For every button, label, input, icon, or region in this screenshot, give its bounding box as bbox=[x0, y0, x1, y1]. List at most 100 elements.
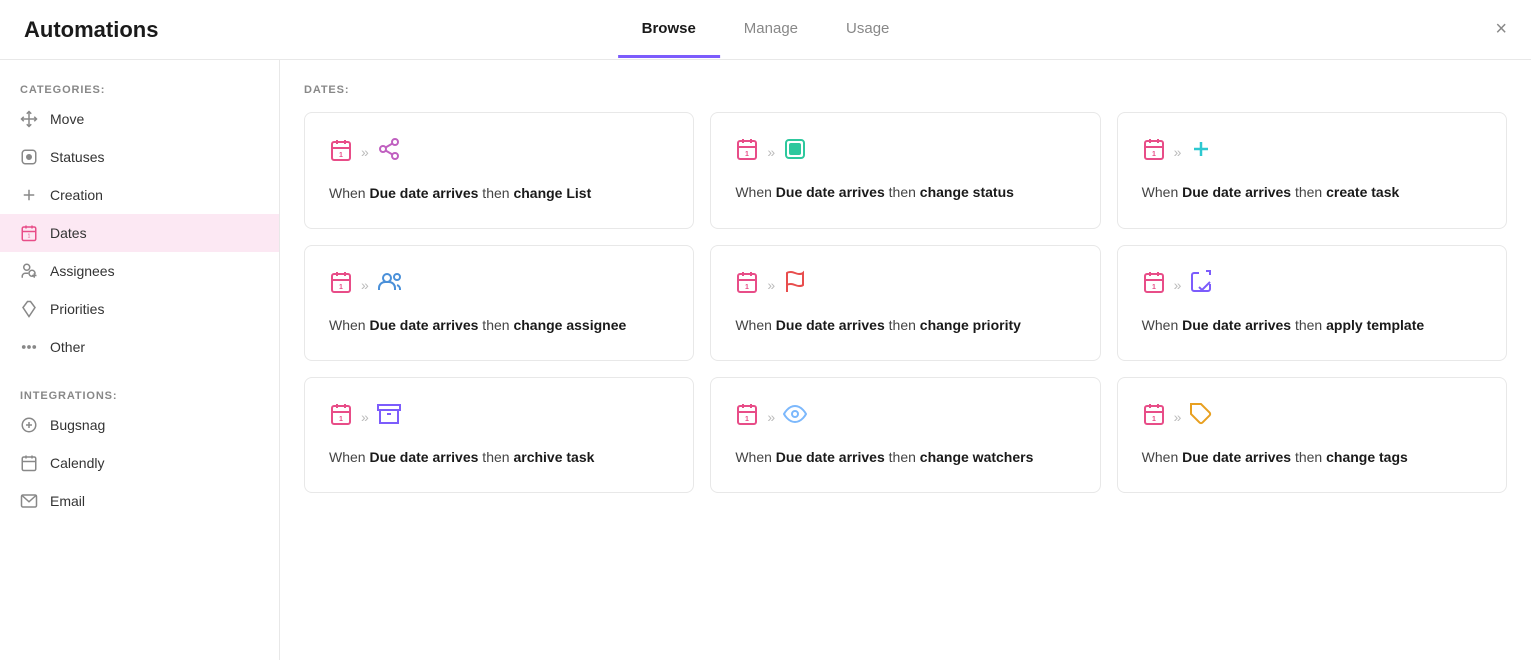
dates-section-label: DATES: bbox=[304, 84, 1507, 96]
card-icons: 1 » bbox=[735, 402, 1075, 431]
sidebar-item-assignees-label: Assignees bbox=[50, 263, 115, 279]
card-change-priority[interactable]: 1 » When Due date arrives then chang bbox=[710, 245, 1100, 361]
tab-browse[interactable]: Browse bbox=[618, 2, 720, 58]
svg-text:1: 1 bbox=[745, 151, 749, 158]
sidebar-item-bugsnag-label: Bugsnag bbox=[50, 417, 105, 433]
template-icon bbox=[1189, 270, 1213, 299]
bugsnag-icon bbox=[20, 416, 38, 434]
card-icons: 1 » bbox=[1142, 270, 1482, 299]
svg-text:1: 1 bbox=[339, 152, 343, 159]
card-text: When Due date arrives then change watche… bbox=[735, 447, 1075, 468]
sidebar-item-bugsnag[interactable]: Bugsnag bbox=[0, 406, 279, 444]
action-text: archive task bbox=[513, 449, 594, 465]
app-title: Automations bbox=[24, 17, 158, 43]
tab-manage[interactable]: Manage bbox=[720, 2, 822, 58]
main-content: DATES: 1 » bbox=[280, 60, 1531, 660]
share-arrow-icon bbox=[377, 137, 401, 167]
other-icon bbox=[20, 338, 38, 356]
calendar-icon: 1 bbox=[329, 402, 353, 431]
card-apply-template[interactable]: 1 » When Due date a bbox=[1117, 245, 1507, 361]
card-icons: 1 » bbox=[329, 137, 669, 167]
priorities-icon bbox=[20, 300, 38, 318]
cards-grid: 1 » When Due date a bbox=[304, 112, 1507, 493]
statuses-icon bbox=[20, 148, 38, 166]
integrations-label: INTEGRATIONS: bbox=[0, 382, 279, 406]
card-change-list[interactable]: 1 » When Due date a bbox=[304, 112, 694, 229]
action-text: change List bbox=[513, 185, 591, 201]
people-icon bbox=[377, 270, 403, 299]
tab-usage[interactable]: Usage bbox=[822, 2, 913, 58]
card-change-watchers[interactable]: 1 » When Due date arrives then chang bbox=[710, 377, 1100, 493]
content: CATEGORIES: Move bbox=[0, 60, 1531, 660]
card-change-assignee[interactable]: 1 » bbox=[304, 245, 694, 361]
card-text: When Due date arrives then change List bbox=[329, 183, 669, 204]
svg-text:1: 1 bbox=[745, 416, 749, 423]
trigger-text: Due date arrives bbox=[369, 317, 478, 333]
calendly-icon bbox=[20, 454, 38, 472]
calendar-icon: 1 bbox=[1142, 270, 1166, 299]
calendar-icon: 1 bbox=[329, 138, 353, 167]
card-icons: 1 » bbox=[1142, 402, 1482, 431]
action-text: change status bbox=[920, 184, 1014, 200]
trigger-text: Due date arrives bbox=[1182, 449, 1291, 465]
close-button[interactable]: × bbox=[1495, 18, 1507, 41]
card-change-tags[interactable]: 1 » When Due date arrives then chang bbox=[1117, 377, 1507, 493]
categories-label: CATEGORIES: bbox=[0, 76, 279, 100]
card-text: When Due date arrives then create task bbox=[1142, 182, 1482, 203]
sidebar-item-creation-label: Creation bbox=[50, 187, 103, 203]
sidebar-item-statuses[interactable]: Statuses bbox=[0, 138, 279, 176]
arrow-separator: » bbox=[1174, 277, 1182, 293]
sidebar-item-statuses-label: Statuses bbox=[50, 149, 104, 165]
arrow-separator: » bbox=[361, 277, 369, 293]
card-icons: 1 » bbox=[1142, 137, 1482, 166]
sidebar-item-email[interactable]: Email bbox=[0, 482, 279, 520]
card-icons: 1 » bbox=[735, 270, 1075, 299]
card-change-status[interactable]: 1 » When Due date arrives then chang bbox=[710, 112, 1100, 229]
trigger-text: Due date arrives bbox=[369, 185, 478, 201]
action-text: change watchers bbox=[920, 449, 1034, 465]
sidebar-item-move[interactable]: Move bbox=[0, 100, 279, 138]
sidebar-item-email-label: Email bbox=[50, 493, 85, 509]
svg-text:1: 1 bbox=[1152, 151, 1156, 158]
calendar-icon: 1 bbox=[735, 270, 759, 299]
app-container: Automations Browse Manage Usage × CATEGO… bbox=[0, 0, 1531, 660]
trigger-text: Due date arrives bbox=[369, 449, 478, 465]
sidebar-item-other[interactable]: Other bbox=[0, 328, 279, 366]
sidebar-item-dates[interactable]: 1 Dates bbox=[0, 214, 279, 252]
sidebar-item-priorities[interactable]: Priorities bbox=[0, 290, 279, 328]
trigger-text: Due date arrives bbox=[776, 184, 885, 200]
card-text: When Due date arrives then change tags bbox=[1142, 447, 1482, 468]
card-archive-task[interactable]: 1 » When Due date a bbox=[304, 377, 694, 493]
plus-icon bbox=[1189, 137, 1213, 166]
action-text: create task bbox=[1326, 184, 1399, 200]
card-icons: 1 » bbox=[329, 270, 669, 299]
card-text: When Due date arrives then apply templat… bbox=[1142, 315, 1482, 336]
sidebar-item-other-label: Other bbox=[50, 339, 85, 355]
arrow-separator: » bbox=[767, 277, 775, 293]
action-text: apply template bbox=[1326, 317, 1424, 333]
sidebar-item-move-label: Move bbox=[50, 111, 84, 127]
sidebar-item-assignees[interactable]: Assignees bbox=[0, 252, 279, 290]
sidebar-item-calendly-label: Calendly bbox=[50, 455, 104, 471]
header-tabs: Browse Manage Usage bbox=[618, 2, 914, 58]
sidebar-item-creation[interactable]: Creation bbox=[0, 176, 279, 214]
sidebar-item-dates-label: Dates bbox=[50, 225, 87, 241]
action-text: change priority bbox=[920, 317, 1021, 333]
trigger-text: Due date arrives bbox=[776, 317, 885, 333]
tag-icon bbox=[1189, 402, 1213, 431]
calendar-icon: 1 bbox=[735, 402, 759, 431]
calendar-icon: 1 bbox=[1142, 137, 1166, 166]
arrow-separator: » bbox=[1174, 409, 1182, 425]
archive-icon bbox=[377, 402, 401, 431]
card-create-task[interactable]: 1 » When Due date arrives then create ta… bbox=[1117, 112, 1507, 229]
sidebar-item-priorities-label: Priorities bbox=[50, 301, 104, 317]
arrow-separator: » bbox=[1174, 144, 1182, 160]
dates-icon: 1 bbox=[20, 224, 38, 242]
svg-text:1: 1 bbox=[339, 284, 343, 291]
flag-icon bbox=[783, 270, 807, 299]
sidebar-item-calendly[interactable]: Calendly bbox=[0, 444, 279, 482]
status-square-icon bbox=[783, 137, 807, 166]
action-text: change assignee bbox=[513, 317, 626, 333]
header: Automations Browse Manage Usage × bbox=[0, 0, 1531, 60]
svg-text:1: 1 bbox=[1152, 284, 1156, 291]
